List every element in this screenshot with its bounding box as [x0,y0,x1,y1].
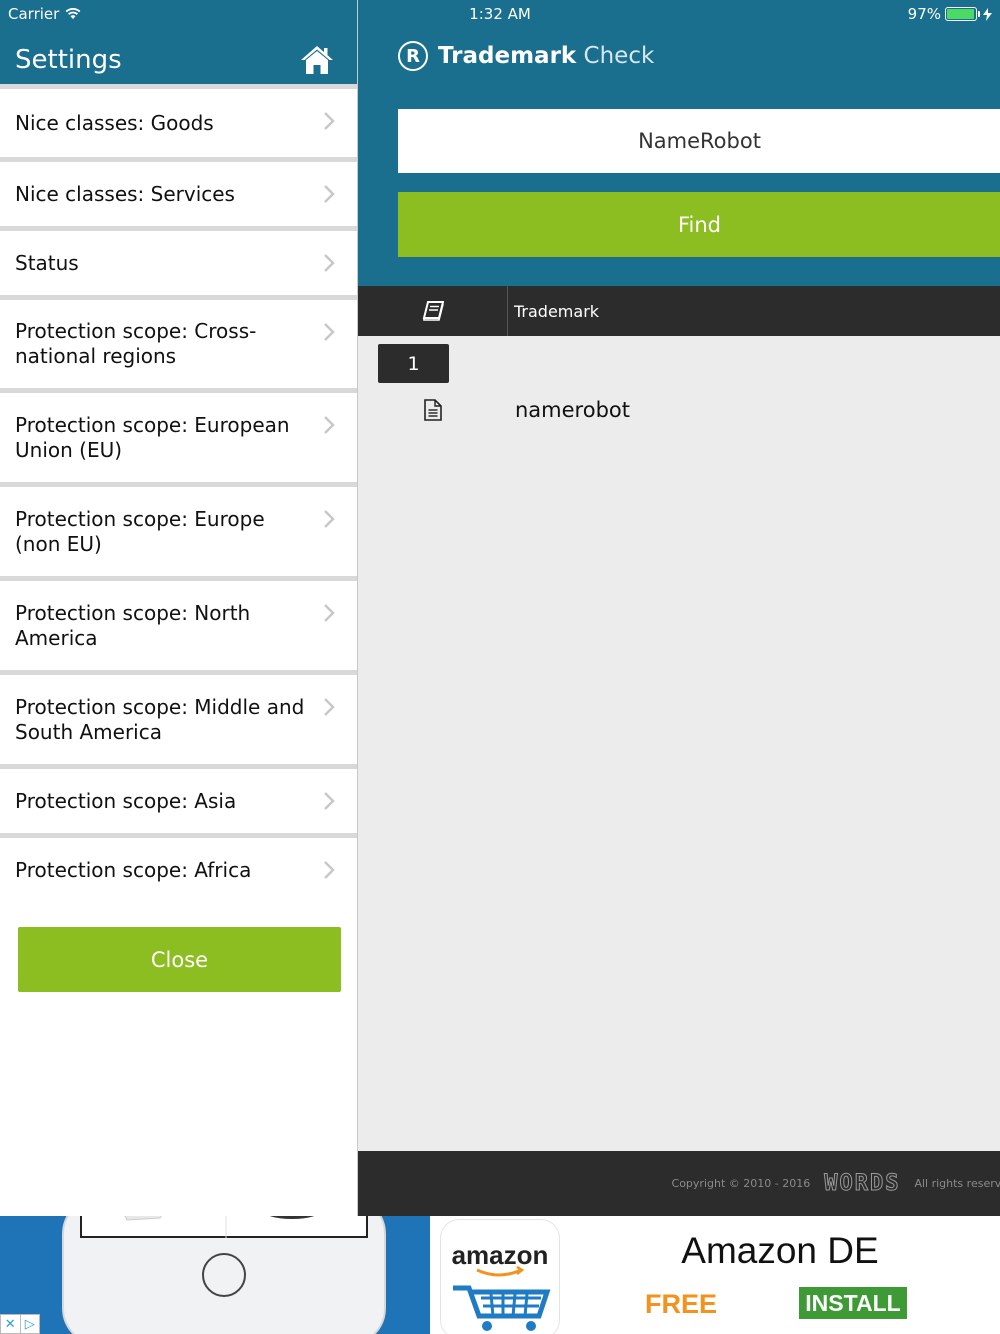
charging-bolt-icon [983,7,992,21]
chevron-right-icon [324,861,335,879]
app-logo: R Trademark Check [398,41,654,71]
column-trademark-header[interactable]: Trademark [508,286,599,336]
footer-rights: All rights reserved [914,1177,1000,1190]
page-number-badge[interactable]: 1 [378,344,449,383]
setting-item-label: Status [15,250,79,275]
amazon-app-icon: amazon [441,1220,559,1334]
registered-icon: R [398,41,428,71]
install-button[interactable]: INSTALL [799,1287,907,1319]
setting-item-label: Protection scope: Africa [15,857,252,882]
setting-item-label: Protection scope: North America [15,600,251,650]
setting-item-status[interactable]: Status [0,231,357,295]
footer-copyright: Copyright © 2010 - 2016 [671,1177,811,1190]
setting-item-cross-national[interactable]: Protection scope: Cross-national regions [0,300,357,388]
chevron-right-icon [324,698,335,716]
setting-item-north-america[interactable]: Protection scope: North America [0,581,357,670]
setting-item-eu[interactable]: Protection scope: European Union (EU) [0,393,357,482]
phone-illustration [62,1216,386,1334]
settings-sidebar: Settings Nice classes: Goods Nice classe… [0,0,357,1216]
home-icon[interactable] [300,44,334,76]
setting-item-label: Nice classes: Goods [15,110,214,135]
setting-item-label: Protection scope: Asia [15,788,237,813]
chevron-right-icon [324,185,335,203]
ad-info-icon[interactable]: ▷ [21,1315,40,1333]
document-icon [424,399,442,421]
setting-item-label: Protection scope: Cross-national regions [15,319,257,368]
clock: 1:32 AM [469,5,531,23]
setting-item-asia[interactable]: Protection scope: Asia [0,769,357,833]
setting-item-label: Protection scope: Middle and South Ameri… [15,694,305,744]
chevron-right-icon [324,254,335,272]
ad-image: ✕ ▷ [0,1216,430,1334]
phone-screen [80,1216,368,1238]
status-bar: Carrier 1:32 AM 97% [0,0,1000,28]
main-panel: R Trademark Check NameRobot Find Tradema… [357,0,1000,1216]
find-button[interactable]: Find [398,192,1000,257]
chevron-right-icon [324,112,335,130]
results-table-header: Trademark [358,286,1000,336]
setting-item-africa[interactable]: Protection scope: Africa [0,838,357,902]
ad-title[interactable]: Amazon DE [560,1230,1000,1272]
product-thumbnails [124,1216,315,1238]
table-row[interactable]: namerobot [358,392,1000,428]
chevron-right-icon [324,416,335,434]
search-input[interactable]: NameRobot [398,109,1000,173]
battery-percent: 97% [907,5,941,23]
close-button[interactable]: Close [18,927,341,992]
footer: Copyright © 2010 - 2016 WORDS All rights… [358,1151,1000,1216]
trademark-name[interactable]: namerobot [508,398,630,422]
chevron-right-icon [324,604,335,622]
battery-indicator: 97% [908,5,992,23]
main-header: R Trademark Check NameRobot Find [358,0,1000,286]
column-icon-header [358,286,508,336]
amazon-smile-icon [453,1265,551,1331]
ad-choices[interactable]: ✕ ▷ [0,1314,40,1334]
battery-level-fill [947,9,975,19]
ad-close-icon[interactable]: ✕ [1,1315,21,1333]
logo-bold-text: Trademark [438,43,577,69]
sidebar-title: Settings [15,45,122,75]
chevron-right-icon [324,792,335,810]
setting-item-label: Protection scope: European Union (EU) [15,412,290,462]
phone-home-button [202,1253,246,1297]
ad-banner[interactable]: ✕ ▷ amazon Amazon DE FREE INSTALL [0,1216,1000,1334]
ad-price: FREE [645,1289,718,1319]
chevron-right-icon [324,323,335,341]
setting-item-middle-south-america[interactable]: Protection scope: Middle and South Ameri… [0,675,357,764]
setting-item-nice-services[interactable]: Nice classes: Services [0,162,357,226]
setting-item-label: Nice classes: Services [15,181,235,206]
setting-item-label: Protection scope: Europe (non EU) [15,506,265,556]
setting-item-europe-non-eu[interactable]: Protection scope: Europe (non EU) [0,487,357,576]
words-logo: WORDS [824,1171,901,1197]
setting-item-nice-goods[interactable]: Nice classes: Goods [0,89,357,157]
logo-light-text: Check [583,43,655,69]
chevron-right-icon [324,510,335,528]
battery-icon [945,7,980,21]
book-icon [422,301,444,321]
settings-list: Nice classes: Goods Nice classes: Servic… [0,84,357,902]
